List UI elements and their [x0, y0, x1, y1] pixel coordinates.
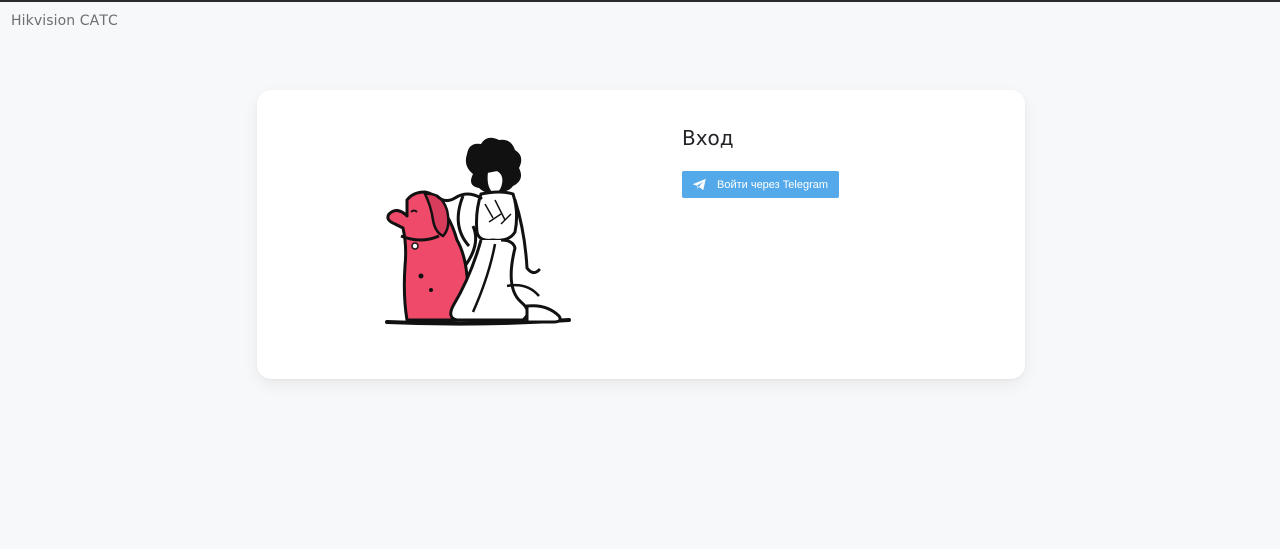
window-top-border: [0, 0, 1280, 2]
brand-title: Hikvision САТС: [11, 13, 118, 29]
telegram-login-button[interactable]: Войти через Telegram: [682, 171, 839, 198]
telegram-login-label: Войти через Telegram: [717, 178, 829, 191]
login-card: Вход Войти через Telegram: [257, 90, 1025, 379]
person-with-dog-illustration: [385, 137, 571, 326]
telegram-plane-icon: [692, 178, 707, 191]
login-title: Вход: [682, 126, 734, 150]
